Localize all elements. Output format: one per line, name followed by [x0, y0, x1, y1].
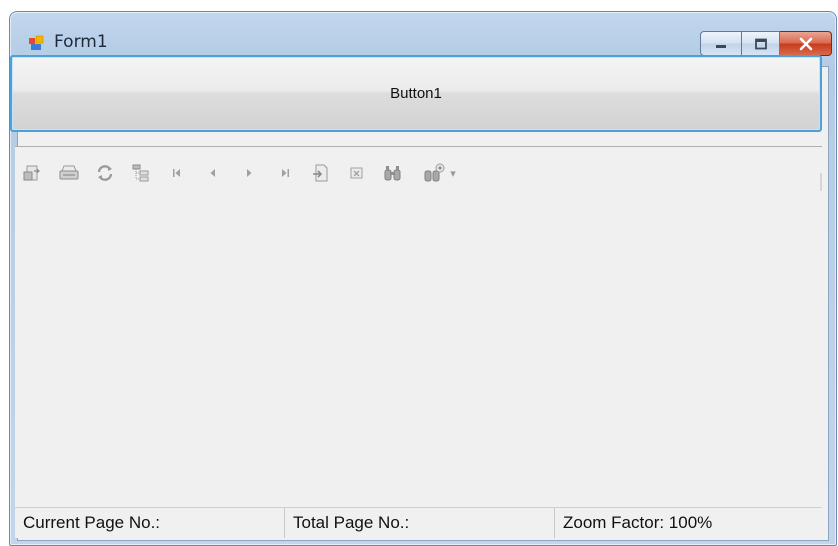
minimize-button[interactable] [700, 31, 742, 56]
maximize-icon [754, 38, 767, 49]
print-button[interactable] [51, 158, 87, 188]
first-page-icon [173, 169, 180, 177]
refresh-button[interactable] [87, 158, 123, 188]
viewer-toolbar: ▾ [15, 155, 469, 191]
caption-buttons [700, 31, 832, 56]
zoom-icon [424, 163, 445, 182]
refresh-icon [97, 165, 113, 181]
previous-page-icon [210, 169, 215, 177]
export-icon [23, 165, 40, 181]
maximize-button[interactable] [742, 31, 780, 56]
close-button[interactable] [780, 31, 832, 56]
find-button[interactable] [375, 158, 411, 188]
viewer-statusbar: Current Page No.: Total Page No.: Zoom F… [15, 507, 822, 538]
window-title: Form1 [54, 32, 108, 52]
button1[interactable]: Button1 [10, 55, 822, 132]
status-zoom-factor: Zoom Factor: 100% [563, 513, 713, 532]
close-view-button[interactable] [339, 158, 375, 188]
first-page-button[interactable] [159, 158, 195, 188]
crystal-report-viewer[interactable]: ▾ [15, 146, 822, 509]
find-icon [384, 166, 401, 181]
app-form-icon [28, 35, 44, 51]
print-icon [59, 165, 79, 180]
group-tree-icon [132, 164, 149, 182]
status-total-page: Total Page No.: [285, 508, 555, 538]
close-icon [799, 37, 812, 50]
goto-page-button[interactable] [303, 158, 339, 188]
export-button[interactable] [15, 158, 51, 188]
viewer-scroll-edge [820, 173, 822, 191]
goto-page-icon [313, 164, 328, 182]
last-page-icon [282, 169, 289, 177]
status-current-page: Current Page No.: [15, 508, 285, 538]
previous-page-button[interactable] [195, 158, 231, 188]
next-page-icon [247, 169, 252, 177]
close-view-icon [350, 167, 363, 179]
zoom-button[interactable]: ▾ [411, 158, 469, 188]
minimize-icon [716, 44, 726, 48]
group-tree-button[interactable] [123, 158, 159, 188]
zoom-dropdown-icon: ▾ [450, 166, 456, 180]
last-page-button[interactable] [267, 158, 303, 188]
next-page-button[interactable] [231, 158, 267, 188]
